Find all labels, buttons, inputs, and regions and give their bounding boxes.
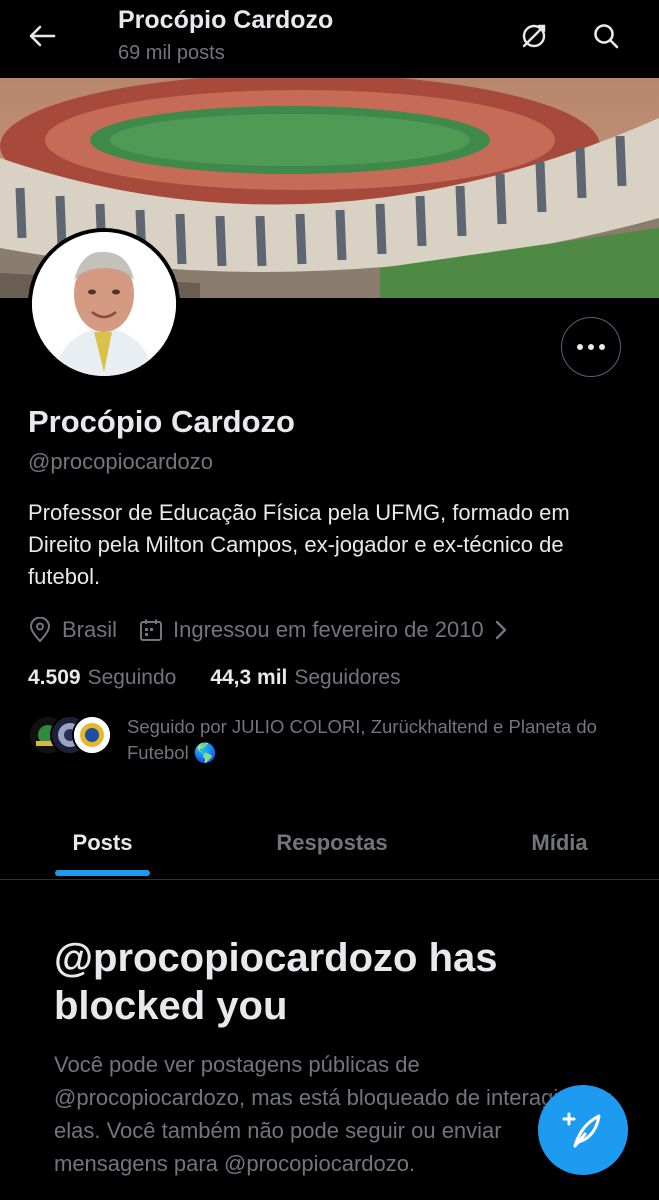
followers-link[interactable]: 44,3 mil Seguidores (210, 666, 400, 690)
tab-replies[interactable]: Respostas (220, 805, 444, 880)
sync-button[interactable] (512, 14, 556, 58)
page-title: Procópio Cardozo (118, 6, 334, 34)
calendar-icon (139, 618, 163, 642)
tab-posts[interactable]: Posts (0, 805, 205, 880)
follower-avatar (72, 715, 112, 755)
profile-location: Brasil (62, 617, 118, 642)
following-count: 4.509 (28, 666, 81, 689)
compose-feather-icon (562, 1112, 601, 1148)
search-button[interactable] (584, 14, 628, 58)
more-options-button[interactable] (561, 317, 621, 377)
ellipsis-icon (577, 344, 605, 350)
blocked-title: @procopiocardozo has blocked you (54, 936, 498, 1028)
profile-tabs: Posts Respostas Mídia (0, 805, 659, 880)
following-label: Seguindo (87, 666, 177, 689)
profile-handle: @procopiocardozo (28, 449, 213, 474)
back-arrow-icon (29, 25, 56, 47)
active-tab-indicator (55, 870, 150, 876)
profile-meta: Brasil Ingressou em fevereiro de 2010 (28, 614, 508, 646)
followers-label: Seguidores (294, 666, 401, 689)
profile-avatar[interactable] (28, 228, 180, 380)
post-count: 69 mil posts (118, 42, 225, 64)
avatar-photo (32, 232, 176, 376)
followers-count: 44,3 mil (210, 666, 288, 689)
location-pin-icon (28, 617, 52, 643)
follow-stats: 4.509 Seguindo 44,3 mil Seguidores (28, 666, 401, 690)
followed-by-avatars[interactable] (28, 715, 112, 755)
tab-media[interactable]: Mídia (460, 805, 659, 880)
sync-off-icon (522, 24, 546, 48)
profile-display-name: Procópio Cardozo (28, 404, 295, 439)
followed-by-text[interactable]: Seguido por JULIO COLORI, Zurückhaltend … (127, 714, 637, 766)
chevron-right-icon[interactable] (494, 619, 508, 641)
profile-joined-date[interactable]: Ingressou em fevereiro de 2010 (173, 617, 484, 643)
following-link[interactable]: 4.509 Seguindo (28, 666, 176, 690)
compose-post-button[interactable] (538, 1085, 628, 1175)
profile-bio: Professor de Educação Física pela UFMG, … (28, 500, 570, 589)
back-button[interactable] (22, 18, 62, 54)
search-icon (594, 24, 619, 49)
blocked-message: Você pode ver postagens públicas de @pro… (54, 1052, 614, 1176)
top-bar: Procópio Cardozo 69 mil posts (0, 0, 659, 78)
